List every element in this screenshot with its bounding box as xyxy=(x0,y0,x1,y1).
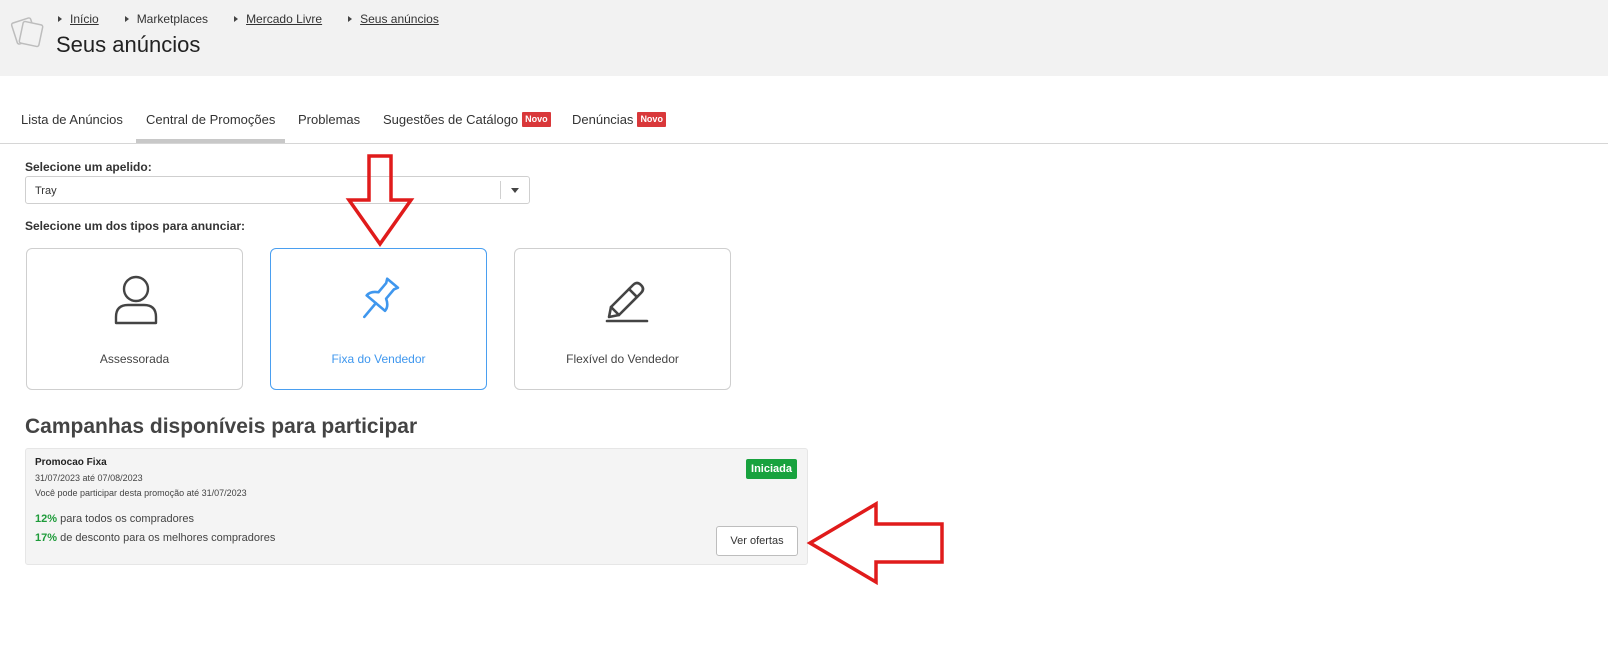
tab-denuncias[interactable]: Denúncias Novo xyxy=(572,112,666,127)
tab-label: Lista de Anúncios xyxy=(21,112,123,127)
nickname-select[interactable]: Tray xyxy=(25,176,530,204)
pencil-icon xyxy=(605,281,649,323)
caret-right-icon xyxy=(58,16,62,22)
tab-label: Denúncias xyxy=(572,112,634,127)
type-card-fixa-do-vendedor[interactable]: Fixa do Vendedor xyxy=(270,248,487,390)
app-root: Início Marketplaces Mercado Livre Seus a… xyxy=(0,0,1608,666)
tab-problemas[interactable]: Problemas xyxy=(298,112,360,127)
nickname-label: Selecione um apelido: xyxy=(25,160,152,174)
campaign-discount-best: 17% de desconto para os melhores comprad… xyxy=(35,532,275,544)
breadcrumb-link[interactable]: Seus anúncios xyxy=(360,12,439,26)
tab-sugestoes-de-catalogo[interactable]: Sugestões de Catálogo Novo xyxy=(383,112,551,127)
tab-label: Problemas xyxy=(298,112,361,127)
types-label: Selecione um dos tipos para anunciar: xyxy=(25,219,246,233)
pushpin-icon xyxy=(362,277,400,319)
breadcrumb-item-seus-anuncios[interactable]: Seus anúncios xyxy=(348,12,439,26)
type-card-flexivel-do-vendedor[interactable]: Flexível do Vendedor xyxy=(514,248,731,390)
tab-label: Central de Promoções xyxy=(146,112,276,127)
tab-bar: Lista de Anúncios Central de Promoções P… xyxy=(0,104,1608,144)
pages-logo-icon xyxy=(10,17,44,48)
nickname-select-value: Tray xyxy=(35,185,57,197)
tab-label: Sugestões de Catálogo xyxy=(383,112,519,127)
campaign-name: Promocao Fixa xyxy=(35,457,107,468)
breadcrumb-item-mercado-livre[interactable]: Mercado Livre xyxy=(234,12,322,26)
breadcrumb: Início Marketplaces Mercado Livre Seus a… xyxy=(58,11,465,27)
breadcrumb-link[interactable]: Mercado Livre xyxy=(246,12,322,26)
breadcrumb-item-inicio[interactable]: Início xyxy=(58,12,99,26)
type-card-label: Assessorada xyxy=(99,352,170,366)
breadcrumb-link[interactable]: Início xyxy=(70,12,99,26)
annotation-arrow-left-icon xyxy=(806,500,944,586)
breadcrumb-text: Marketplaces xyxy=(136,12,209,26)
chevron-down-icon[interactable] xyxy=(511,188,519,193)
campaign-deadline: Você pode participar desta promoção até … xyxy=(35,488,247,498)
new-badge: Novo xyxy=(637,112,666,127)
tab-central-de-promocoes[interactable]: Central de Promoções xyxy=(135,112,286,143)
tab-lista-de-anuncios[interactable]: Lista de Anúncios xyxy=(21,112,123,127)
discount-text: de desconto para os melhores compradores xyxy=(57,532,276,544)
status-badge: Iniciada xyxy=(746,459,797,479)
campaigns-title: Campanhas disponíveis para participar xyxy=(25,415,418,438)
type-card-label: Flexível do Vendedor xyxy=(566,352,679,366)
campaign-dates: 31/07/2023 até 07/08/2023 xyxy=(35,473,143,483)
campaign-card: Promocao Fixa 31/07/2023 até 07/08/2023 … xyxy=(25,448,808,565)
caret-right-icon xyxy=(348,16,353,22)
page-header: Início Marketplaces Mercado Livre Seus a… xyxy=(0,0,1608,76)
page-title: Seus anúncios xyxy=(56,32,201,57)
view-offers-button[interactable]: Ver ofertas xyxy=(716,526,798,556)
discount-text: para todos os compradores xyxy=(57,513,194,525)
select-divider xyxy=(500,181,501,199)
type-card-assessorada[interactable]: Assessorada xyxy=(26,248,243,390)
user-icon xyxy=(114,275,158,325)
discount-percent: 17% xyxy=(35,532,58,544)
type-card-label: Fixa do Vendedor xyxy=(331,352,426,366)
caret-right-icon xyxy=(124,16,129,22)
campaign-discount-all: 12% para todos os compradores xyxy=(35,513,194,525)
breadcrumb-item-marketplaces: Marketplaces xyxy=(124,12,209,26)
caret-right-icon xyxy=(234,16,239,22)
new-badge: Novo xyxy=(522,112,551,127)
discount-percent: 12% xyxy=(35,513,58,525)
